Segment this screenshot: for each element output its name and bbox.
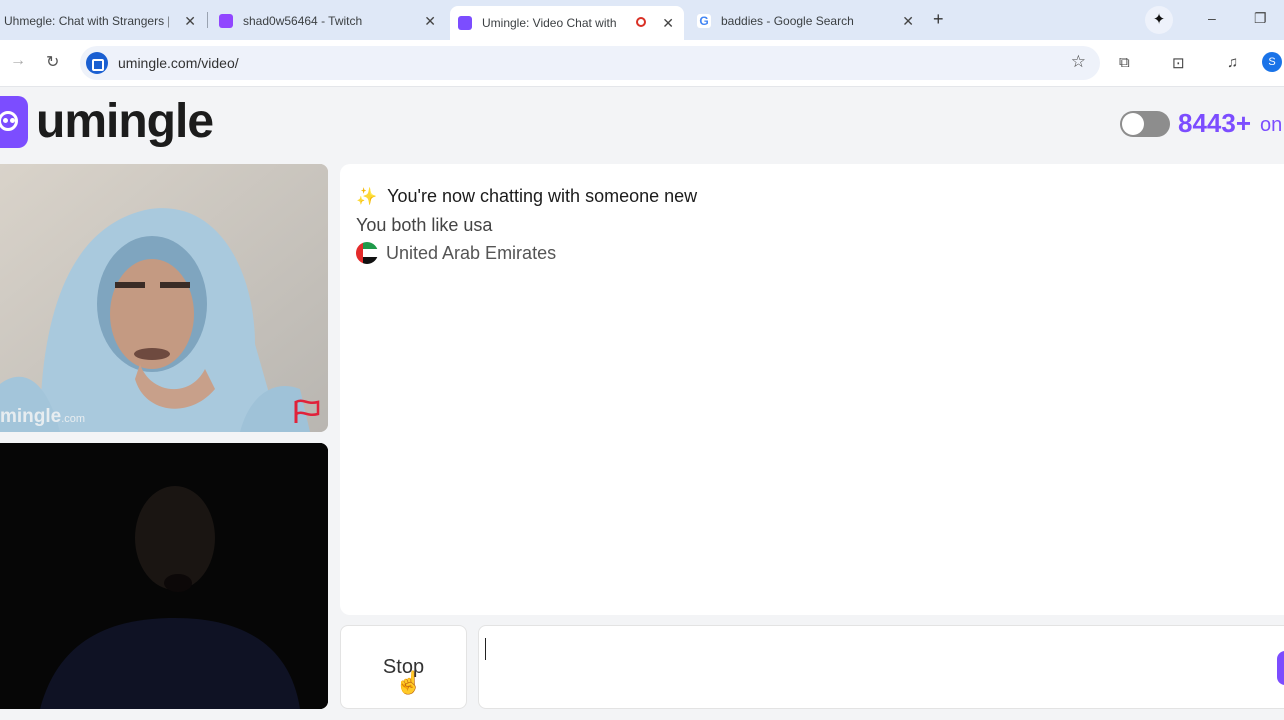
stranger-country: United Arab Emirates [356,242,556,264]
close-icon[interactable]: ✕ [184,13,196,30]
system-message-text: You're now chatting with someone new [387,186,698,206]
message-input[interactable] [478,625,1284,709]
reload-icon[interactable]: ↻ [46,52,59,72]
send-button[interactable] [1277,651,1284,685]
uae-flag-icon [356,242,378,264]
system-message: ✨ You're now chatting with someone new [356,186,697,207]
chat-log: ✨ You're now chatting with someone new Y… [340,164,1284,615]
stranger-video-feed [0,164,328,432]
twitch-icon [219,14,233,28]
bookmark-star-icon[interactable]: ☆ [1071,52,1086,72]
restore-icon[interactable]: ❐ [1254,10,1267,27]
tab-title: baddies - Google Search [721,14,854,28]
recording-icon [636,17,646,27]
forward-icon[interactable]: → [10,52,26,70]
toggle-knob [1122,113,1144,135]
text-caret [485,638,486,660]
sparkle-icon: ✨ [356,186,378,206]
search-tabs-icon[interactable]: ⊡ [1172,54,1185,72]
umingle-logo-icon[interactable] [0,96,28,148]
theme-toggle[interactable] [1120,111,1170,137]
report-flag-icon[interactable] [293,399,321,425]
stranger-video: mingle.com [0,164,328,432]
tab-uhmegle[interactable]: Uhmegle: Chat with Strangers | ✕ [0,6,204,36]
tab-separator [207,12,208,28]
hand-cursor-icon: ☝ [395,670,423,695]
stop-button[interactable]: Stop [340,625,467,709]
url-text: umingle.com/video/ [118,55,239,71]
umingle-icon [458,16,472,30]
close-icon[interactable]: ✕ [902,13,914,30]
media-controls-icon[interactable]: ♫ [1227,54,1238,71]
watermark-text: mingle [0,406,62,427]
gemini-sparkle-icon[interactable]: ✦ [1145,6,1173,34]
online-count: 8443+ [1178,108,1252,138]
common-interests: You both like usa [356,215,493,235]
tab-title: shad0w56464 - Twitch [243,14,363,28]
self-video [0,443,328,709]
watermark-suffix: .com [61,413,86,425]
close-icon[interactable]: ✕ [662,15,674,32]
site-logo[interactable]: umingle [36,94,214,149]
minimize-icon[interactable]: – [1208,10,1216,26]
browser-tab-strip: Uhmegle: Chat with Strangers | ✕ shad0w5… [0,0,1284,40]
site-info-icon[interactable] [86,52,108,74]
new-tab-plus-icon[interactable]: + [933,9,944,30]
self-video-feed [0,443,328,709]
tab-google[interactable]: G baddies - Google Search ✕ [697,6,922,36]
browser-toolbar: → ↻ umingle.com/video/ ☆ ⧉ ⊡ ♫ S [0,40,1284,87]
tab-twitch[interactable]: shad0w56464 - Twitch ✕ [219,6,444,36]
address-bar[interactable]: umingle.com/video/ ☆ [80,46,1100,80]
country-name: United Arab Emirates [386,242,557,263]
profile-avatar[interactable]: S [1262,52,1282,72]
video-watermark: mingle.com [0,406,85,428]
tab-title: Umingle: Video Chat with St [482,16,620,30]
google-icon: G [697,14,711,28]
tab-title: Uhmegle: Chat with Strangers | [4,14,169,28]
tab-umingle[interactable]: Umingle: Video Chat with St ✕ [450,6,684,40]
extensions-icon[interactable]: ⧉ [1119,54,1130,71]
close-icon[interactable]: ✕ [424,13,436,30]
online-label: on [1260,114,1283,136]
